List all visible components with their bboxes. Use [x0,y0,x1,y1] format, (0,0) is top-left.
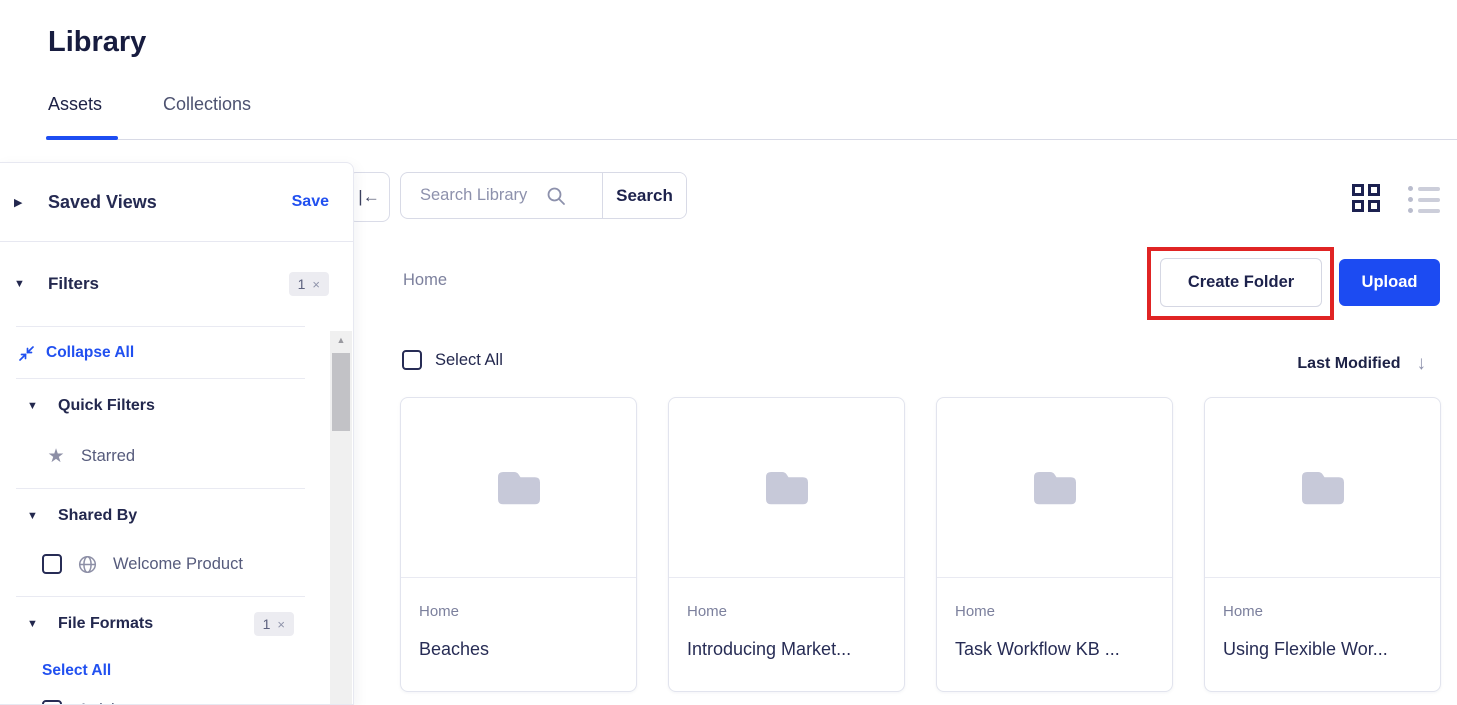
folder-thumbnail [401,398,636,578]
caret-down-icon[interactable]: ▼ [27,618,41,630]
badge-count: 1 [297,276,306,292]
asset-grid: Home Beaches Home Introducing Market... … [400,397,1441,692]
divider [16,378,305,379]
sidebar-scrollbar[interactable]: ▲ [330,331,352,704]
filter-item-welcome-product[interactable]: Welcome Product [0,549,330,579]
badge-dismiss-icon[interactable]: × [277,617,285,632]
select-all-formats-link[interactable]: Select All [42,662,111,680]
folder-icon [1033,472,1076,505]
sort-control[interactable]: Last Modified ↓ [1297,353,1426,375]
library-page: Library Assets Collections |← Search Hom… [0,0,1457,705]
filters-row: ▼ Filters 1 × [0,242,353,326]
search-icon [546,186,566,206]
create-folder-button[interactable]: Create Folder [1160,258,1322,307]
divider [16,326,305,327]
file-formats-count-badge[interactable]: 1 × [253,612,294,636]
select-all-label: Select All [435,350,503,369]
card-location: Home [419,603,460,620]
card-title: Task Workflow KB ... [955,639,1120,659]
tab-collections[interactable]: Collections [163,94,251,115]
section-label: Quick Filters [58,397,155,414]
divider [16,488,305,489]
star-icon: ★ [47,445,65,467]
filter-checkbox[interactable] [42,700,62,704]
section-file-formats[interactable]: ▼ File Formats 1 × [0,609,330,639]
badge-dismiss-icon[interactable]: × [312,277,320,292]
view-toggle [1352,184,1440,213]
folder-icon [765,472,808,505]
badge-count: 1 [262,616,271,632]
filter-item-starred[interactable]: ★ Starred [0,441,330,471]
search-group: Search [400,172,687,219]
section-quick-filters[interactable]: ▼ Quick Filters [0,391,330,421]
header-divider [46,139,1457,140]
grid-view-icon[interactable] [1352,184,1380,213]
saved-views-title: Saved Views [48,191,157,212]
list-view-icon[interactable] [1408,184,1440,213]
sort-direction-icon: ↓ [1416,353,1427,374]
card-location: Home [955,603,996,620]
select-all-formats-row: Select All [0,659,330,683]
search-field[interactable] [401,173,603,218]
breadcrumb: Home [403,271,448,289]
tab-assets[interactable]: Assets [48,94,102,115]
select-all-row: Select All [402,350,503,370]
active-tab-indicator [46,136,118,140]
collapse-all-control[interactable]: Collapse All [0,338,330,368]
card-title: Using Flexible Wor... [1223,639,1388,659]
filters-panel: ▶ Saved Views Save ▼ Filters 1 × Collaps… [0,162,354,705]
saved-views-row: ▶ Saved Views Save [0,163,353,242]
divider [16,596,305,597]
folder-thumbnail [937,398,1172,578]
folder-card[interactable]: Home Beaches [400,397,637,692]
collapse-panel-icon: |← [358,187,380,206]
filter-item-label: Starred [81,446,136,465]
upload-button[interactable]: Upload [1339,259,1440,306]
caret-down-icon[interactable]: ▼ [27,510,41,522]
filter-checkbox[interactable] [42,554,62,574]
select-all-checkbox[interactable] [402,350,422,370]
section-shared-by[interactable]: ▼ Shared By [0,501,330,531]
filter-item-article[interactable]: Article [0,695,330,705]
collapse-all-icon [19,345,34,361]
folder-icon [497,472,540,505]
scrollbar-up-icon[interactable]: ▲ [330,331,352,349]
filter-item-label: Article [78,701,124,705]
section-label: Shared By [58,507,138,524]
filter-item-label: Welcome Product [113,554,243,573]
card-title: Introducing Market... [687,639,852,659]
collapse-panel-button[interactable]: |← [348,172,390,222]
folder-card[interactable]: Home Task Workflow KB ... [936,397,1173,692]
folder-thumbnail [1205,398,1440,578]
search-button[interactable]: Search [603,173,686,218]
filters-title: Filters [48,274,100,293]
card-title: Beaches [419,639,490,659]
caret-down-icon[interactable]: ▼ [14,278,28,290]
filters-count-badge[interactable]: 1 × [288,272,329,296]
page-title: Library [48,26,147,58]
folder-card[interactable]: Home Using Flexible Wor... [1204,397,1441,692]
section-label: File Formats [58,615,154,632]
collapse-all-link[interactable]: Collapse All [46,344,134,362]
card-location: Home [1223,603,1264,620]
search-input[interactable] [420,186,538,205]
caret-down-icon[interactable]: ▼ [27,400,41,412]
folder-thumbnail [669,398,904,578]
sort-label: Last Modified [1297,355,1401,372]
caret-right-icon[interactable]: ▶ [14,196,28,209]
save-view-link[interactable]: Save [292,193,329,211]
scrollbar-thumb[interactable] [332,353,350,431]
folder-icon [1301,472,1344,505]
folder-card[interactable]: Home Introducing Market... [668,397,905,692]
globe-icon [78,555,97,573]
card-location: Home [687,603,728,620]
